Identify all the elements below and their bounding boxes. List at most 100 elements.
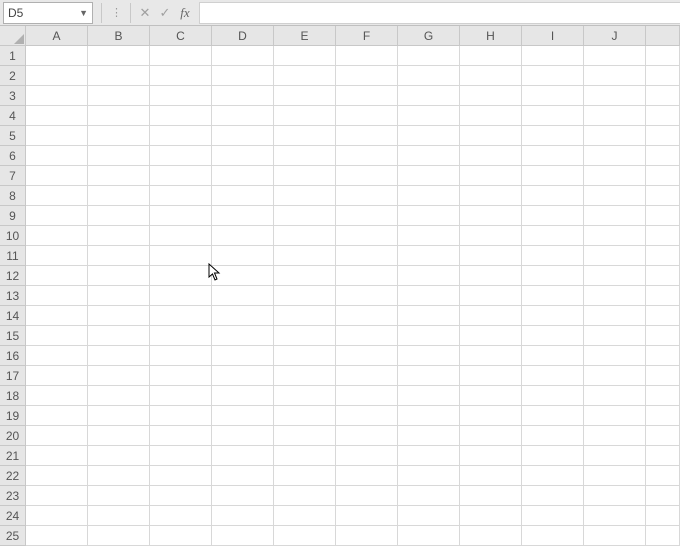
cell[interactable] — [460, 266, 522, 286]
cell[interactable] — [150, 66, 212, 86]
cell[interactable] — [398, 446, 460, 466]
cell[interactable] — [646, 66, 680, 86]
column-header[interactable]: H — [460, 26, 522, 46]
cell[interactable] — [398, 106, 460, 126]
cell[interactable] — [26, 166, 88, 186]
cell[interactable] — [150, 506, 212, 526]
cell[interactable] — [398, 166, 460, 186]
cell[interactable] — [584, 166, 646, 186]
cell[interactable] — [26, 366, 88, 386]
row-header[interactable]: 20 — [0, 426, 26, 446]
cell[interactable] — [584, 266, 646, 286]
cell[interactable] — [522, 286, 584, 306]
cell[interactable] — [150, 126, 212, 146]
cell[interactable] — [274, 126, 336, 146]
cell[interactable] — [336, 526, 398, 546]
cell[interactable] — [584, 206, 646, 226]
cell[interactable] — [26, 286, 88, 306]
cell[interactable] — [646, 306, 680, 326]
cell[interactable] — [398, 186, 460, 206]
row-header[interactable]: 17 — [0, 366, 26, 386]
cell[interactable] — [460, 346, 522, 366]
cell[interactable] — [646, 166, 680, 186]
cell[interactable] — [274, 346, 336, 366]
cell[interactable] — [522, 186, 584, 206]
cell[interactable] — [26, 106, 88, 126]
cell[interactable] — [522, 366, 584, 386]
cell[interactable] — [274, 386, 336, 406]
cell[interactable] — [584, 46, 646, 66]
cell[interactable] — [26, 86, 88, 106]
cell[interactable] — [646, 386, 680, 406]
cell[interactable] — [646, 446, 680, 466]
cell[interactable] — [88, 446, 150, 466]
row-header[interactable]: 5 — [0, 126, 26, 146]
cell[interactable] — [336, 86, 398, 106]
cell[interactable] — [398, 66, 460, 86]
cell[interactable] — [274, 326, 336, 346]
cell[interactable] — [88, 466, 150, 486]
cell[interactable] — [274, 266, 336, 286]
cell[interactable] — [336, 126, 398, 146]
cell[interactable] — [398, 46, 460, 66]
cell[interactable] — [398, 466, 460, 486]
column-header[interactable]: E — [274, 26, 336, 46]
cell[interactable] — [212, 106, 274, 126]
row-header[interactable]: 22 — [0, 466, 26, 486]
more-icon[interactable]: ⋮ — [106, 2, 126, 24]
row-header[interactable]: 12 — [0, 266, 26, 286]
cell[interactable] — [460, 366, 522, 386]
cell[interactable] — [212, 266, 274, 286]
row-header[interactable]: 8 — [0, 186, 26, 206]
cell[interactable] — [274, 86, 336, 106]
cell[interactable] — [274, 286, 336, 306]
cell[interactable] — [150, 406, 212, 426]
cell[interactable] — [212, 66, 274, 86]
cell[interactable] — [336, 446, 398, 466]
cell[interactable] — [274, 366, 336, 386]
cell[interactable] — [150, 186, 212, 206]
cell[interactable] — [274, 526, 336, 546]
cell[interactable] — [460, 406, 522, 426]
cell[interactable] — [150, 286, 212, 306]
cell[interactable] — [150, 266, 212, 286]
cell[interactable] — [212, 506, 274, 526]
cell[interactable] — [398, 86, 460, 106]
cell[interactable] — [274, 106, 336, 126]
cell[interactable] — [88, 186, 150, 206]
cell[interactable] — [398, 206, 460, 226]
cell[interactable] — [88, 166, 150, 186]
cell[interactable] — [26, 406, 88, 426]
cell[interactable] — [26, 206, 88, 226]
cell[interactable] — [150, 166, 212, 186]
cell[interactable] — [150, 106, 212, 126]
cell[interactable] — [522, 226, 584, 246]
cell[interactable] — [398, 406, 460, 426]
cell[interactable] — [88, 226, 150, 246]
cell[interactable] — [646, 246, 680, 266]
cell[interactable] — [88, 126, 150, 146]
cell[interactable] — [212, 86, 274, 106]
cell[interactable] — [274, 306, 336, 326]
row-header[interactable]: 9 — [0, 206, 26, 226]
column-header[interactable]: B — [88, 26, 150, 46]
cell[interactable] — [646, 406, 680, 426]
cell[interactable] — [150, 466, 212, 486]
cell[interactable] — [522, 306, 584, 326]
cell[interactable] — [460, 386, 522, 406]
cell[interactable] — [522, 406, 584, 426]
cell[interactable] — [274, 46, 336, 66]
cell[interactable] — [522, 66, 584, 86]
cell[interactable] — [584, 366, 646, 386]
cell[interactable] — [274, 186, 336, 206]
cell[interactable] — [460, 466, 522, 486]
cell[interactable] — [460, 106, 522, 126]
cell[interactable] — [336, 106, 398, 126]
cell[interactable] — [522, 86, 584, 106]
cell[interactable] — [398, 286, 460, 306]
cell[interactable] — [646, 346, 680, 366]
cell[interactable] — [584, 186, 646, 206]
row-header[interactable]: 6 — [0, 146, 26, 166]
cell[interactable] — [460, 306, 522, 326]
cell[interactable] — [150, 246, 212, 266]
